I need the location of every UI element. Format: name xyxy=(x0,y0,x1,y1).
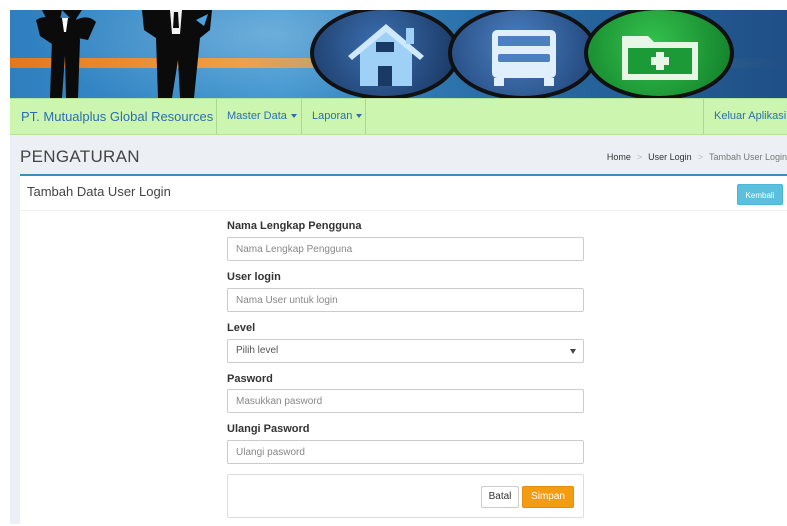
full-name-input[interactable] xyxy=(227,237,584,261)
password-input[interactable] xyxy=(227,389,584,413)
menu-master-data[interactable]: Master Data xyxy=(227,110,297,122)
folder-add-icon xyxy=(622,36,698,80)
menu-master-data-label: Master Data xyxy=(227,110,287,122)
caret-down-icon xyxy=(290,114,297,119)
box-title: Tambah Data User Login xyxy=(27,184,171,199)
form-box: Tambah Data User Login Kembali Nama Leng… xyxy=(20,174,787,526)
bus-banner-circle xyxy=(448,10,598,98)
nav-separator xyxy=(301,99,302,134)
menu-laporan-label: Laporan xyxy=(312,110,353,122)
top-navbar: PT. Mutualplus Global Resources Master D… xyxy=(10,98,787,135)
brand-link[interactable]: PT. Mutualplus Global Resources xyxy=(21,109,213,124)
folder-banner-circle xyxy=(584,10,734,98)
content-left-gutter xyxy=(10,174,20,524)
nav-separator xyxy=(216,99,217,134)
breadcrumb-separator: > xyxy=(636,152,643,162)
page-title: PENGATURAN xyxy=(20,147,140,166)
level-selected-value: Pilih level xyxy=(236,345,279,356)
box-header: Tambah Data User Login Kembali xyxy=(20,176,787,211)
full-name-label: Nama Lengkap Pengguna xyxy=(227,220,362,232)
chevron-down-icon xyxy=(570,349,576,354)
password-label: Pasword xyxy=(227,373,273,385)
breadcrumb-user-login[interactable]: User Login xyxy=(648,152,692,162)
nav-separator xyxy=(365,99,366,134)
menu-laporan[interactable]: Laporan xyxy=(312,110,363,122)
bus-icon xyxy=(492,30,556,86)
businessmen-silhouette-icon xyxy=(36,10,212,98)
user-login-label: User login xyxy=(227,271,281,283)
user-login-input[interactable] xyxy=(227,288,584,312)
level-select[interactable]: Pilih level xyxy=(227,339,584,363)
breadcrumb-current: Tambah User Login xyxy=(708,152,787,162)
breadcrumb: Home > User Login > Tambah User Login xyxy=(607,152,787,162)
logout-link[interactable]: Keluar Aplikasi xyxy=(714,110,786,122)
header-banner xyxy=(10,10,787,98)
cancel-button[interactable]: Batal xyxy=(481,486,519,508)
nav-separator xyxy=(703,99,704,134)
breadcrumb-home[interactable]: Home xyxy=(607,152,631,162)
repeat-password-label: Ulangi Pasword xyxy=(227,423,310,435)
house-banner-circle xyxy=(310,10,460,98)
breadcrumb-separator: > xyxy=(697,152,703,162)
level-label: Level xyxy=(227,322,256,334)
house-icon xyxy=(348,24,424,86)
back-button[interactable]: Kembali xyxy=(737,184,783,205)
save-button[interactable]: Simpan xyxy=(522,486,574,508)
form-actions-panel: Batal Simpan xyxy=(227,474,584,518)
caret-down-icon xyxy=(356,114,363,119)
repeat-password-input[interactable] xyxy=(227,440,584,464)
content-header: PENGATURAN Home > User Login > Tambah User L… xyxy=(10,135,787,174)
